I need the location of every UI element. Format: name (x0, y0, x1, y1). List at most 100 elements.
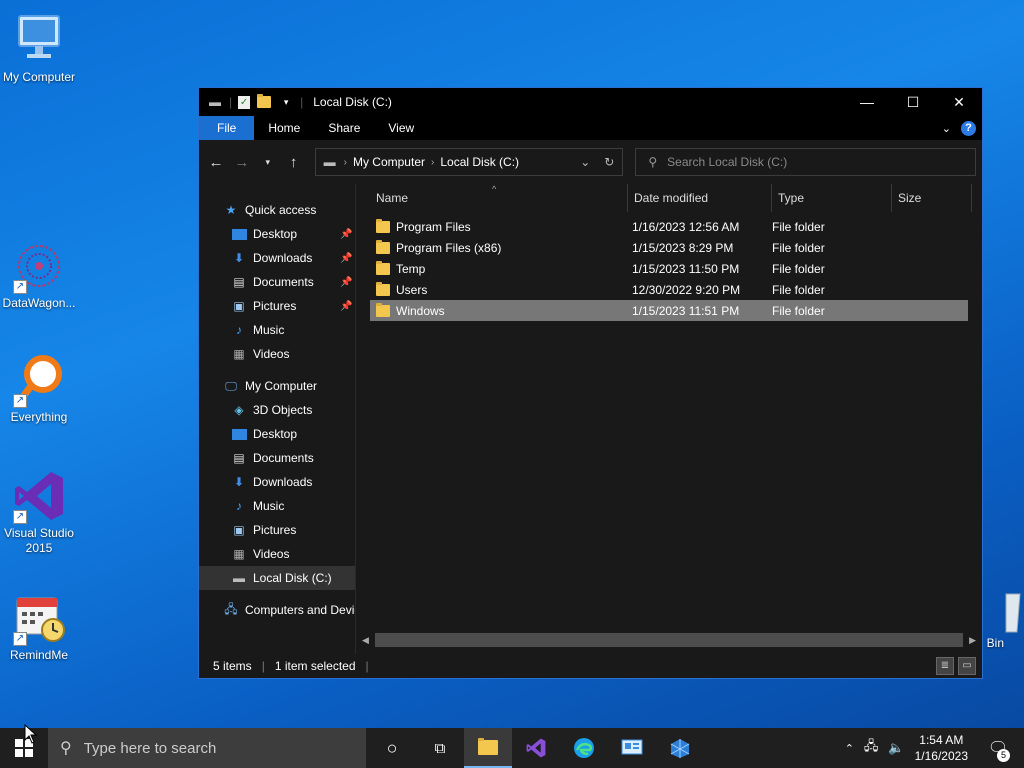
forward-button[interactable]: → (231, 154, 253, 171)
document-icon: ▤ (233, 275, 245, 289)
details-view-button[interactable]: ≣ (936, 657, 954, 675)
scroll-left-icon[interactable]: ◀ (362, 635, 369, 646)
desktop-icon-my-computer[interactable]: My Computer (0, 12, 78, 85)
divider: | (229, 95, 233, 109)
monitor-icon (11, 12, 67, 68)
breadcrumb-local-disk[interactable]: Local Disk (C:) (440, 155, 519, 169)
nav-quick-desktop[interactable]: Desktop 📌 (199, 222, 355, 246)
shortcut-arrow-icon: ↗ (13, 632, 27, 646)
pin-icon[interactable]: 📌 (340, 229, 352, 240)
table-row[interactable]: Program Files 1/16/2023 12:56 AM File fo… (370, 216, 982, 237)
column-size[interactable]: Size (892, 184, 972, 212)
task-view-button[interactable]: ⧉ (416, 728, 464, 768)
cube-icon: ◈ (234, 403, 244, 417)
new-folder-icon[interactable] (256, 94, 272, 109)
network-icon[interactable]: 🖧 (864, 737, 879, 759)
shortcut-arrow-icon: ↗ (13, 280, 27, 294)
address-bar[interactable]: ▬ › My Computer › Local Disk (C:) ⌄ ↻ (314, 148, 624, 176)
download-arrow-icon: ⬇ (233, 475, 245, 489)
nav-documents[interactable]: ▤ Documents (199, 446, 355, 470)
customize-dropdown-icon[interactable]: ▾ (278, 95, 294, 109)
tab-home[interactable]: Home (254, 116, 314, 140)
help-icon[interactable]: ? (961, 120, 976, 136)
scrollbar-thumb[interactable] (374, 633, 964, 647)
desktop-icon-datawagon[interactable]: ↗ DataWagon... (0, 238, 78, 311)
column-name[interactable]: Name ^ (370, 184, 628, 212)
column-date-modified[interactable]: Date modified (628, 184, 772, 212)
search-icon: ⚲ (60, 740, 72, 757)
nav-videos[interactable]: ▦ Videos (199, 542, 355, 566)
shortcut-arrow-icon: ↗ (13, 510, 27, 524)
nav-network[interactable]: 🖧 Computers and Devic (199, 598, 355, 622)
taskbar-file-explorer[interactable] (464, 728, 512, 768)
maximize-button[interactable]: ☐ (890, 88, 936, 116)
breadcrumb-my-computer[interactable]: My Computer (353, 155, 425, 169)
title-bar[interactable]: ▬ | ✓ ▾ | Local Disk (C:) — ☐ ✕ (199, 88, 982, 116)
show-hidden-icons-icon[interactable]: ⌃ (845, 742, 854, 755)
shortcut-arrow-icon: ↗ (13, 394, 27, 408)
nav-local-disk[interactable]: ▬ Local Disk (C:) (199, 566, 355, 590)
nav-quick-music[interactable]: ♪ Music (199, 318, 355, 342)
back-button[interactable]: ← (205, 154, 227, 171)
expand-ribbon-icon[interactable]: ⌄ (942, 122, 951, 135)
desktop-icon-visual-studio[interactable]: ↗ Visual Studio 2015 (0, 468, 78, 556)
ribbon-tabs: File Home Share View ⌄ ? (199, 116, 982, 140)
nav-desktop[interactable]: Desktop (199, 422, 355, 446)
minimize-button[interactable]: — (844, 88, 890, 116)
folder-icon (376, 281, 390, 296)
nav-my-computer[interactable]: 🖵 My Computer (199, 374, 355, 398)
table-row[interactable]: Users 12/30/2022 9:20 PM File folder (370, 279, 982, 300)
table-row[interactable]: Program Files (x86) 1/15/2023 8:29 PM Fi… (370, 237, 982, 258)
taskbar-control-panel[interactable] (608, 728, 656, 768)
nav-music[interactable]: ♪ Music (199, 494, 355, 518)
nav-quick-downloads[interactable]: ⬇ Downloads 📌 (199, 246, 355, 270)
folder-icon (376, 218, 390, 233)
tab-view[interactable]: View (374, 116, 428, 140)
nav-pictures[interactable]: ▣ Pictures (199, 518, 355, 542)
nav-quick-pictures[interactable]: ▣ Pictures 📌 (199, 294, 355, 318)
action-center-button[interactable]: 🗨 5 (978, 728, 1018, 768)
explorer-window[interactable]: ▬ | ✓ ▾ | Local Disk (C:) — ☐ ✕ File Hom… (198, 87, 983, 679)
table-row-selected[interactable]: Windows 1/15/2023 11:51 PM File folder (370, 300, 968, 321)
close-button[interactable]: ✕ (936, 88, 982, 116)
up-button[interactable]: ↑ (283, 154, 305, 171)
refresh-icon[interactable]: ↻ (604, 155, 614, 169)
taskbar-app[interactable] (656, 728, 704, 768)
tab-file[interactable]: File (199, 116, 255, 140)
recent-locations-button[interactable]: ▾ (257, 157, 279, 168)
download-arrow-icon: ⬇ (233, 251, 245, 265)
desktop-icon-everything[interactable]: ↗ Everything (0, 352, 78, 425)
chevron-down-icon[interactable]: ⌄ (580, 155, 590, 169)
scroll-right-icon[interactable]: ▶ (969, 635, 976, 646)
large-icons-view-button[interactable]: ▭ (958, 657, 976, 675)
system-tray: ⌃ 🖧 🔈 1:54 AM 1/16/2023 🗨 5 (845, 728, 1024, 768)
desktop-icon-remindme[interactable]: ↗ RemindMe (0, 590, 78, 663)
nav-quick-documents[interactable]: ▤ Documents 📌 (199, 270, 355, 294)
navigation-pane: ★ Quick access Desktop 📌 ⬇ Downloads 📌 ▤… (199, 184, 356, 654)
taskbar-visual-studio[interactable] (512, 728, 560, 768)
nav-3d-objects[interactable]: ◈ 3D Objects (199, 398, 355, 422)
column-type[interactable]: Type (772, 184, 892, 212)
table-row[interactable]: Temp 1/15/2023 11:50 PM File folder (370, 258, 982, 279)
nav-downloads[interactable]: ⬇ Downloads (199, 470, 355, 494)
film-icon: ▦ (233, 347, 245, 361)
taskbar-search[interactable]: ⚲ Type here to search (48, 728, 366, 768)
taskbar-search-placeholder: Type here to search (83, 739, 217, 757)
horizontal-scrollbar[interactable]: ◀ ▶ (356, 632, 982, 648)
nav-quick-videos[interactable]: ▦ Videos (199, 342, 355, 366)
pin-icon[interactable]: 📌 (340, 301, 352, 312)
pin-icon[interactable]: 📌 (340, 253, 352, 264)
volume-icon[interactable]: 🔈 (888, 740, 904, 756)
status-bar: 5 items | 1 item selected | ≣ ▭ (199, 654, 982, 678)
nav-quick-access[interactable]: ★ Quick access (199, 198, 355, 222)
properties-icon[interactable]: ✓ (238, 95, 251, 109)
pin-icon[interactable]: 📌 (340, 277, 352, 288)
clock[interactable]: 1:54 AM 1/16/2023 (915, 732, 968, 764)
column-headers: Name ^ Date modified Type Size (356, 184, 982, 212)
tab-share[interactable]: Share (314, 116, 374, 140)
file-list-pane[interactable]: Name ^ Date modified Type Size Program F… (356, 184, 982, 654)
search-input[interactable] (667, 155, 948, 169)
taskbar-edge[interactable] (560, 728, 608, 768)
cortana-button[interactable]: ○ (368, 728, 416, 768)
search-box[interactable]: ⚲ (635, 148, 976, 176)
